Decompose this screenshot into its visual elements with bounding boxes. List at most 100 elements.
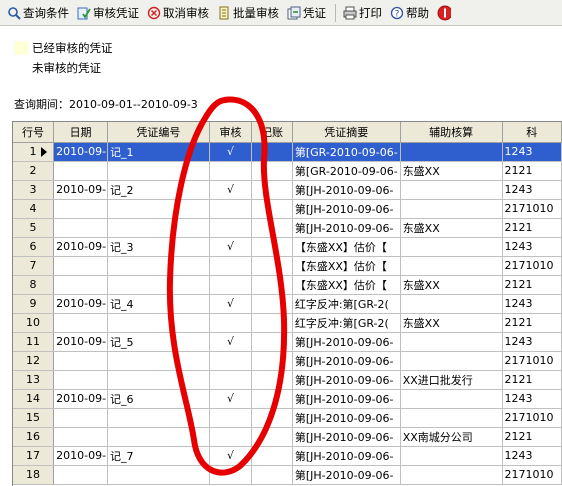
table-row[interactable]: 9 2010-09- 记_4 √ 红字反冲:第[GR-2(1243 (13, 294, 562, 314)
table-row[interactable]: 16 第[JH-2010-09-06- XX南城分公司 2121 (13, 427, 562, 447)
toolbar-separator (335, 3, 336, 22)
row-number-label: 2 (29, 164, 37, 177)
print-button[interactable]: 打印 (340, 2, 385, 24)
auxiliary-cell: XX进口批发行 (400, 370, 503, 390)
unaudited-label: 未审核的凭证 (32, 61, 101, 75)
audit-status-cell: √ (209, 180, 253, 200)
table-row[interactable]: 17 2010-09- 记_7 √ 第[JH-2010-09-06- 1243 (13, 446, 562, 466)
voucher-number-cell: 记_5 (107, 332, 210, 352)
voucher-button[interactable]: 凭证 (284, 2, 329, 24)
row-number-cell: 5 (13, 218, 55, 238)
header-voucher-number[interactable]: 凭证编号 (107, 122, 210, 143)
header-row-number[interactable]: 行号 (13, 122, 55, 143)
summary-cell: 第[JH-2010-09-06- (292, 427, 401, 447)
cancel-audit-label: 取消审核 (163, 5, 209, 20)
summary-cell: 第[GR-2010-09-06- (292, 142, 401, 162)
header-auxiliary[interactable]: 辅助核算 (400, 122, 503, 143)
voucher-number-cell: 记_4 (107, 294, 210, 314)
account-cell: 2171010 (502, 199, 562, 219)
table-row[interactable]: 12 第[JH-2010-09-06- 2171010 (13, 351, 562, 371)
row-number-cell: 17 (13, 446, 55, 466)
date-cell (53, 218, 109, 238)
row-number-label: 4 (29, 202, 37, 215)
voucher-grid[interactable]: 行号 日期 凭证编号 审核 记账 凭证摘要 辅助核算科 1 2010-09- 记_1 √ 第[GR-… (12, 121, 562, 486)
voucher-number-cell (107, 351, 210, 371)
audit-status-cell (209, 408, 253, 428)
row-number-cell: 6 (13, 237, 55, 257)
table-row[interactable]: 18 第[JH-2010-09-06- 2171010 (13, 465, 562, 485)
date-cell (53, 427, 109, 447)
date-cell (53, 313, 109, 333)
query-conditions-button[interactable]: 查询条件 (4, 2, 72, 24)
table-row[interactable]: 11 2010-09- 记_5 √ 第[JH-2010-09-06- 1243 (13, 332, 562, 352)
table-row[interactable]: 2 第[GR-2010-09-06- 东盛XX 2121 (13, 161, 562, 181)
date-cell: 2010-09- (53, 332, 109, 352)
audit-status-cell (209, 199, 253, 219)
auxiliary-cell: 东盛XX (400, 161, 503, 181)
table-row[interactable]: 1 2010-09- 记_1 √ 第[GR-2010-09-06- 1243 (13, 142, 562, 162)
voucher-number-cell (107, 313, 210, 333)
row-number-label: 16 (26, 430, 41, 443)
row-number-label: 6 (29, 240, 37, 253)
row-number-label: 17 (26, 449, 41, 462)
account-cell: 1243 (502, 294, 562, 314)
account-cell: 1243 (502, 237, 562, 257)
voucher-number-cell: 记_6 (107, 389, 210, 409)
auxiliary-cell (400, 199, 503, 219)
table-row[interactable]: 15 第[JH-2010-09-06- 2171010 (13, 408, 562, 428)
cancel-icon (147, 6, 161, 20)
summary-cell: 第[GR-2010-09-06- (292, 161, 401, 181)
header-account[interactable]: 科 (502, 122, 562, 143)
account-cell: 2171010 (502, 256, 562, 276)
date-cell (53, 465, 109, 485)
row-number-label: 1 (29, 145, 37, 158)
header-audit[interactable]: 审核 (209, 122, 253, 143)
cancel-audit-button[interactable]: 取消审核 (144, 2, 212, 24)
auxiliary-cell (400, 180, 503, 200)
auxiliary-cell (400, 351, 503, 371)
auxiliary-cell: 东盛XX (400, 275, 503, 295)
posted-cell (251, 275, 293, 295)
exit-icon (437, 5, 451, 20)
row-number-cell: 1 (13, 142, 55, 162)
row-number-label: 12 (26, 354, 41, 367)
posted-cell (251, 256, 293, 276)
help-button[interactable]: ? 帮助 (387, 2, 432, 24)
header-summary[interactable]: 凭证摘要 (292, 122, 401, 143)
table-row[interactable]: 6 2010-09- 记_3 √ 【东盛XX】估价【 1243 (13, 237, 562, 257)
row-number-label: 8 (29, 278, 37, 291)
posted-cell (251, 370, 293, 390)
print-icon (343, 6, 357, 20)
summary-cell: 红字反冲:第[GR-2( (292, 294, 401, 314)
table-row[interactable]: 3 2010-09- 记_2 √ 第[JH-2010-09-06- 1243 (13, 180, 562, 200)
table-row[interactable]: 8 【东盛XX】估价【 东盛XX 2121 (13, 275, 562, 295)
date-cell (53, 408, 109, 428)
audit-status-cell: √ (209, 142, 253, 162)
posted-cell (251, 237, 293, 257)
row-number-cell: 2 (13, 161, 55, 181)
table-row[interactable]: 4 第[JH-2010-09-06- 2171010 (13, 199, 562, 219)
row-number-label: 3 (29, 183, 37, 196)
table-row[interactable]: 10 红字反冲:第[GR-2(东盛XX 2121 (13, 313, 562, 333)
unaudited-swatch (14, 61, 28, 75)
voucher-number-cell (107, 161, 210, 181)
row-number-cell: 16 (13, 427, 55, 447)
voucher-table: 行号 日期 凭证编号 审核 记账 凭证摘要 辅助核算科 1 2010-09- 记_1 √ 第[GR-… (13, 122, 562, 485)
batch-audit-button[interactable]: 批量审核 (214, 2, 282, 24)
row-number-label: 10 (26, 316, 41, 329)
voucher-number-cell: 记_1 (107, 142, 210, 162)
table-row[interactable]: 13 第[JH-2010-09-06- XX进口批发行 2121 (13, 370, 562, 390)
auxiliary-cell (400, 294, 503, 314)
row-number-cell: 10 (13, 313, 55, 333)
table-row[interactable]: 5 第[JH-2010-09-06- 东盛XX 2121 (13, 218, 562, 238)
auxiliary-cell (400, 446, 503, 466)
table-row[interactable]: 14 2010-09- 记_6 √ 第[JH-2010-09-06- 1243 (13, 389, 562, 409)
account-cell: 2121 (502, 370, 562, 390)
header-posted[interactable]: 记账 (251, 122, 293, 143)
voucher-label: 凭证 (303, 5, 326, 20)
audit-voucher-button[interactable]: 审核凭证 (74, 2, 142, 24)
audit-status-cell (209, 465, 253, 485)
table-row[interactable]: 7 【东盛XX】估价【 2171010 (13, 256, 562, 276)
header-date[interactable]: 日期 (53, 122, 109, 143)
exit-button[interactable] (434, 2, 456, 24)
